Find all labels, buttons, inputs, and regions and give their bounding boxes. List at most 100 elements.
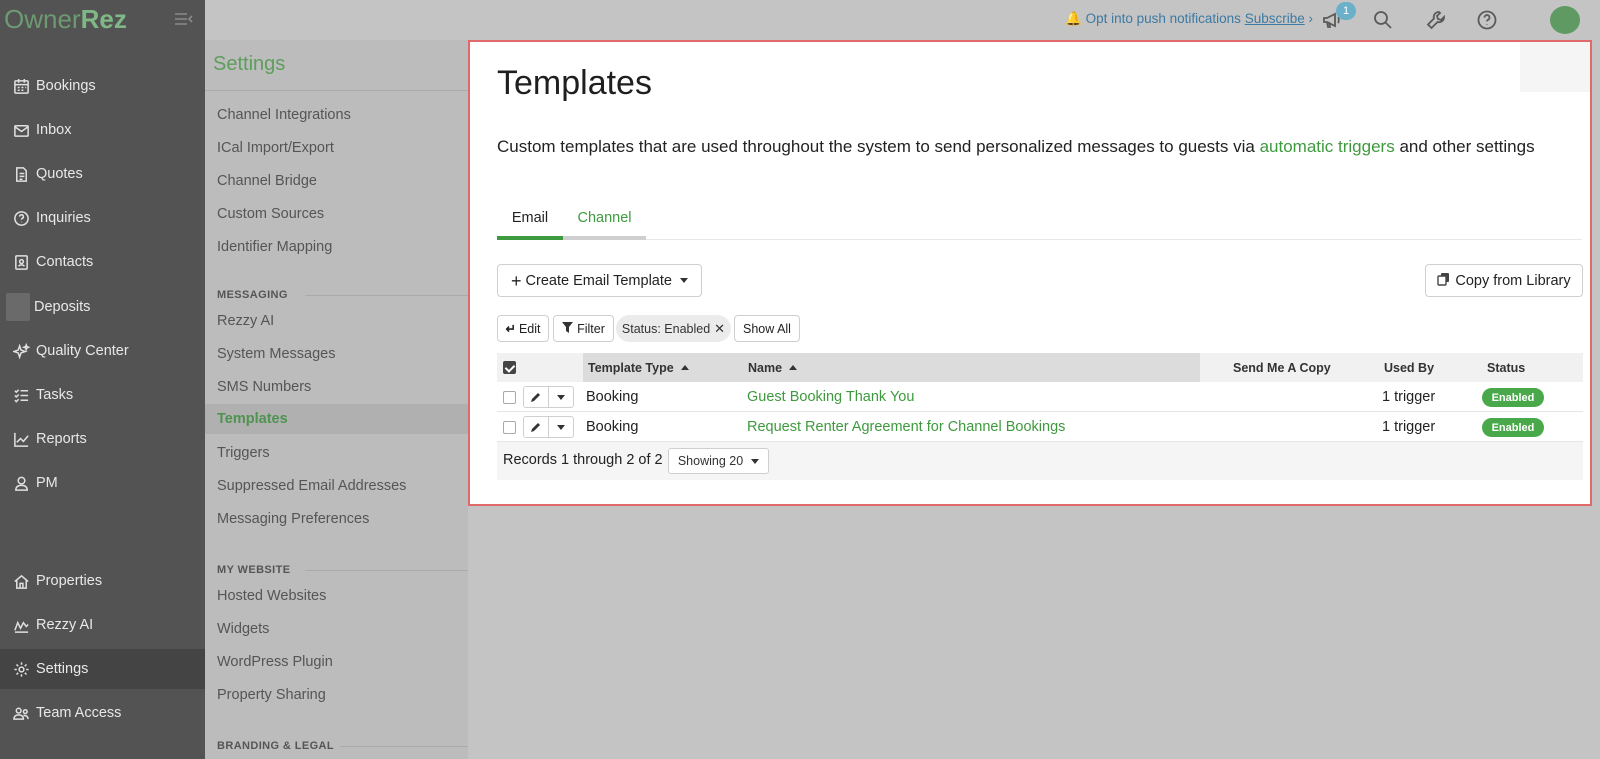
- subnav-item-widgets[interactable]: Widgets: [205, 614, 468, 644]
- table-header: Template Type Name Send Me A Copy Used B…: [497, 353, 1583, 382]
- templates-panel: Templates Custom templates that are used…: [468, 40, 1592, 506]
- cell-used-by: 1 trigger: [1382, 419, 1436, 435]
- divider: [340, 746, 468, 747]
- avatar[interactable]: [1550, 6, 1580, 34]
- subscribe-link[interactable]: Subscribe: [1245, 11, 1305, 26]
- column-header-status[interactable]: Status: [1487, 353, 1525, 382]
- status-filter-chip[interactable]: Status: Enabled ✕: [616, 315, 731, 342]
- status-badge: Enabled: [1482, 388, 1544, 407]
- subnav-item-messaging-preferences[interactable]: Messaging Preferences: [205, 504, 468, 534]
- task-list-icon: [12, 386, 30, 404]
- subnav-item-sms-numbers[interactable]: SMS Numbers: [205, 372, 468, 402]
- filter-button[interactable]: Filter: [553, 315, 614, 342]
- help-icon[interactable]: [1474, 7, 1500, 33]
- copy-from-library-button[interactable]: Copy from Library: [1425, 264, 1583, 297]
- nav-tasks[interactable]: Tasks: [0, 375, 205, 415]
- subnav-item-custom-sources[interactable]: Custom Sources: [205, 199, 468, 229]
- page-size-select[interactable]: Showing 20: [668, 448, 769, 474]
- nav-deposits[interactable]: Deposits: [0, 287, 205, 327]
- section-heading-branding-legal: BRANDING & LEGAL: [217, 740, 335, 752]
- subnav-item-system-messages[interactable]: System Messages: [205, 339, 468, 369]
- nav-contacts[interactable]: Contacts: [0, 242, 205, 282]
- settings-subnav: Settings Channel Integrations ICal Impor…: [205, 40, 468, 759]
- row-checkbox[interactable]: [503, 390, 516, 404]
- subnav-item-templates[interactable]: Templates: [205, 404, 468, 434]
- create-email-template-button[interactable]: + Create Email Template: [497, 264, 702, 297]
- status-badge: Enabled: [1482, 418, 1544, 437]
- collapse-menu-icon[interactable]: [174, 12, 194, 26]
- table-footer: Records 1 through 2 of 2 Showing 20: [497, 442, 1583, 480]
- subnav-title: Settings: [213, 53, 286, 75]
- sort-ascending-icon: [789, 365, 798, 370]
- table-row: Booking Guest Booking Thank You 1 trigge…: [497, 382, 1583, 412]
- sparkle-icon: [12, 342, 30, 360]
- tab-email[interactable]: Email: [497, 200, 563, 240]
- document-icon: [12, 165, 30, 183]
- nav-reports[interactable]: Reports: [0, 419, 205, 459]
- subnav-item-triggers[interactable]: Triggers: [205, 438, 468, 468]
- wrench-icon[interactable]: [1423, 7, 1449, 33]
- subnav-item-hosted-websites[interactable]: Hosted Websites: [205, 581, 468, 611]
- nav-rezzy-ai[interactable]: Rezzy AI: [0, 605, 205, 645]
- nav-inquiries[interactable]: Inquiries: [0, 198, 205, 238]
- cell-template-type: Booking: [586, 389, 639, 405]
- tab-channel[interactable]: Channel: [563, 200, 646, 240]
- filter-icon: [562, 321, 574, 336]
- subnav-item-channel-bridge[interactable]: Channel Bridge: [205, 166, 468, 196]
- gear-icon: [12, 660, 30, 678]
- contact-card-icon: [12, 253, 30, 271]
- column-header-used-by[interactable]: Used By: [1384, 353, 1434, 382]
- row-action-buttons: [523, 416, 574, 438]
- user-icon: [12, 474, 30, 492]
- nav-bookings[interactable]: Bookings: [0, 66, 205, 106]
- subnav-item-rezzy-ai[interactable]: Rezzy AI: [205, 306, 468, 336]
- pencil-icon[interactable]: [524, 387, 550, 407]
- nav-settings[interactable]: Settings: [0, 649, 205, 689]
- subnav-item-identifier-mapping[interactable]: Identifier Mapping: [205, 232, 468, 262]
- calendar-icon: [12, 77, 30, 95]
- search-icon[interactable]: [1370, 7, 1396, 33]
- divider: [305, 570, 468, 571]
- nav-quotes[interactable]: Quotes: [0, 154, 205, 194]
- chevron-down-icon[interactable]: [549, 417, 573, 437]
- nav-inbox[interactable]: Inbox: [0, 110, 205, 150]
- line-chart-icon: [12, 430, 30, 448]
- push-notification-prompt: 🔔 Opt into push notifications Subscribe …: [1065, 11, 1313, 26]
- close-icon[interactable]: ✕: [714, 321, 725, 337]
- brand-logo[interactable]: OwnerRez: [4, 4, 127, 35]
- show-all-button[interactable]: Show All: [734, 315, 800, 342]
- subnav-item-suppressed-email-addresses[interactable]: Suppressed Email Addresses: [205, 471, 468, 501]
- nav-properties[interactable]: Properties: [0, 561, 205, 601]
- chevron-down-icon[interactable]: [549, 387, 573, 407]
- select-all-checkbox-cell: [503, 353, 516, 382]
- subnav-item-property-sharing[interactable]: Property Sharing: [205, 680, 468, 710]
- copy-icon: [1437, 272, 1450, 290]
- column-header-name[interactable]: Name: [748, 353, 798, 382]
- subnav-item-ical-import-export[interactable]: ICal Import/Export: [205, 133, 468, 163]
- templates-table: Template Type Name Send Me A Copy Used B…: [497, 353, 1583, 480]
- template-name-link[interactable]: Guest Booking Thank You: [747, 382, 914, 412]
- subnav-item-channel-integrations[interactable]: Channel Integrations: [205, 100, 468, 130]
- divider: [205, 90, 468, 91]
- pencil-icon[interactable]: [524, 417, 550, 437]
- template-name-link[interactable]: Request Renter Agreement for Channel Boo…: [747, 412, 1065, 442]
- column-header-template-type[interactable]: Template Type: [588, 353, 689, 382]
- nav-pm[interactable]: PM: [0, 463, 205, 503]
- automatic-triggers-link[interactable]: automatic triggers: [1260, 137, 1395, 156]
- column-header-send-me-a-copy[interactable]: Send Me A Copy: [1233, 353, 1331, 382]
- nav-team-access[interactable]: Team Access: [0, 693, 205, 733]
- house-icon: [12, 572, 30, 590]
- row-checkbox-cell: [503, 412, 516, 442]
- row-checkbox[interactable]: [503, 420, 516, 434]
- chevron-down-icon: [751, 458, 760, 464]
- page-title: Templates: [497, 64, 652, 102]
- plus-icon: +: [511, 270, 522, 291]
- nav-quality-center[interactable]: Quality Center: [0, 331, 205, 371]
- edit-button[interactable]: ↵ Edit: [497, 315, 549, 342]
- subnav-item-wordpress-plugin[interactable]: WordPress Plugin: [205, 647, 468, 677]
- select-all-checkbox[interactable]: [503, 361, 516, 374]
- team-icon: [12, 704, 30, 722]
- edit-arrow-icon: ↵: [505, 322, 516, 336]
- question-bubble-icon: [12, 209, 30, 227]
- notification-badge: 1: [1336, 2, 1356, 20]
